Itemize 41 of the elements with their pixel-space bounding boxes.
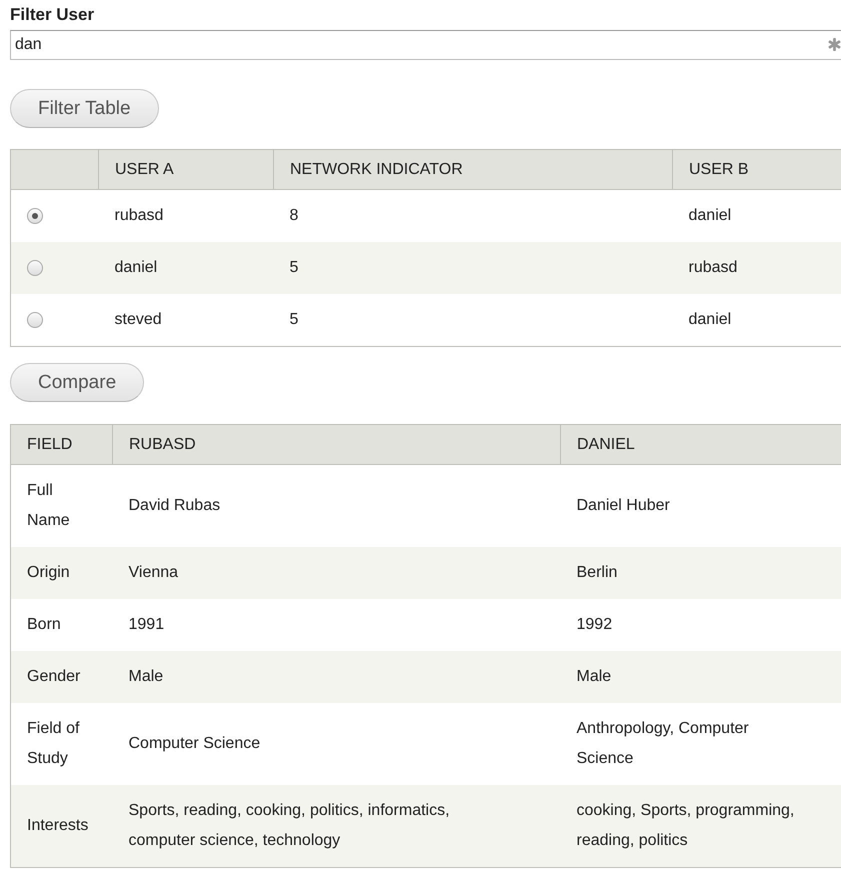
table-cell: 1992 xyxy=(560,599,841,651)
table-cell: Field of Study xyxy=(10,703,112,785)
table-cell: rubasd xyxy=(98,190,274,242)
table-cell: steved xyxy=(98,294,274,346)
table-cell: Origin xyxy=(10,547,112,599)
table-cell: cooking, Sports, programming, reading, politics xyxy=(560,785,841,868)
radio-button[interactable] xyxy=(27,312,43,328)
table-cell: 5 xyxy=(274,294,672,346)
filter-field[interactable]: dan xyxy=(10,30,841,60)
table-cell: Daniel Huber xyxy=(560,464,841,547)
column-header: RUBASD xyxy=(112,424,560,464)
table-cell: Male xyxy=(112,651,560,703)
table-cell: rubasd xyxy=(672,242,841,294)
table-cell: Vienna xyxy=(112,547,560,599)
column-header: FIELD xyxy=(10,424,112,464)
field-label: Filter User xyxy=(10,4,96,26)
table-cell: Full Name xyxy=(10,464,112,547)
compare-button[interactable]: Compare xyxy=(10,363,144,402)
table-cell: Anthropology, Computer Science xyxy=(560,703,841,785)
table-cell: Interests xyxy=(10,785,112,868)
table-cell: Gender xyxy=(10,651,112,703)
table-cell: Male xyxy=(560,651,841,703)
table-cell: Computer Science xyxy=(112,703,560,785)
radio-button[interactable] xyxy=(27,260,43,276)
column-header: USER B xyxy=(672,150,841,190)
table-cell: Berlin xyxy=(560,547,841,599)
table-cell: Sports, reading, cooking, politics, informatics, computer science, technology xyxy=(112,785,560,868)
table-cell: 8 xyxy=(274,190,672,242)
table-cell: David Rubas xyxy=(112,464,560,547)
column-header: NETWORK INDICATOR xyxy=(274,150,672,190)
asterisk-icon xyxy=(828,38,841,51)
table-cell: daniel xyxy=(672,190,841,242)
table-cell: daniel xyxy=(672,294,841,346)
table-cell: Born xyxy=(10,599,112,651)
column-header: DANIEL xyxy=(560,424,841,464)
table-cell: 1991 xyxy=(112,599,560,651)
filter-button[interactable]: Filter Table xyxy=(10,89,159,128)
radio-button[interactable] xyxy=(27,208,43,224)
table-cell: 5 xyxy=(274,242,672,294)
column-header: USER A xyxy=(98,150,274,190)
table-cell: daniel xyxy=(98,242,274,294)
